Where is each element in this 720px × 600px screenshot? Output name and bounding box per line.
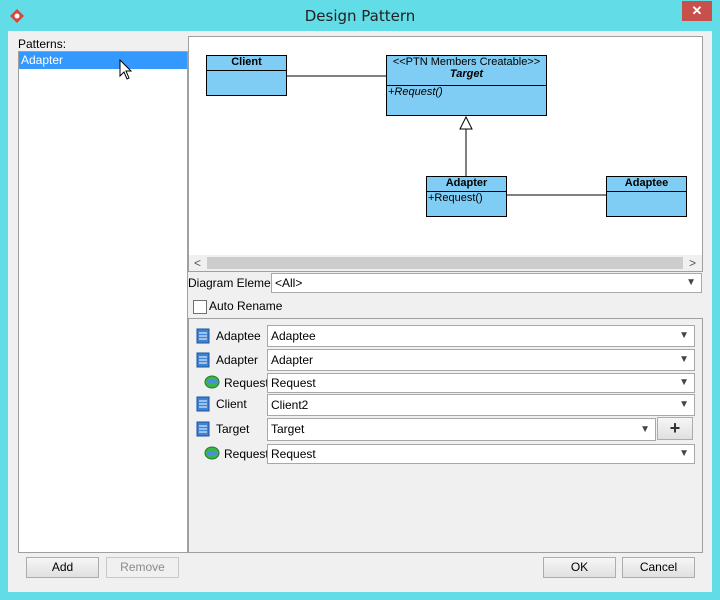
adapter-class-name: Adapter [427,177,506,192]
scroll-left-icon[interactable]: < [194,256,201,270]
diagram-element-select[interactable]: <All> ▼ [271,273,702,293]
target-class-header: <<PTN Members Creatable>> Target [387,56,546,86]
mapping-label: Request [224,447,269,461]
chevron-down-icon: ▼ [640,424,650,435]
uml-class-client[interactable]: Client [206,55,287,96]
mapping-select[interactable]: Adapter ▼ [267,349,695,371]
mapping-value: Request [271,447,316,461]
mapping-select[interactable]: Request ▼ [267,444,695,464]
diagram-element-value: <All> [275,276,303,290]
mapping-label: Target [216,422,250,436]
mapping-select[interactable]: Adaptee ▼ [267,325,695,347]
mapping-label: Client [216,397,247,411]
mapping-select[interactable]: Target ▼ [267,418,656,441]
class-icon [196,352,210,368]
mapping-value: Adapter [271,353,314,367]
mapping-value: Client2 [271,398,309,412]
diagram-horizontal-scrollbar[interactable]: < > [189,255,702,271]
adapter-operation: +Request() [428,192,483,204]
add-button[interactable]: Add [26,557,99,578]
mapping-label: Adaptee [216,329,261,343]
mouse-cursor-icon [119,59,133,80]
auto-rename-label: Auto Rename [209,299,283,313]
window-title: Design Pattern [304,7,416,25]
chevron-down-icon: ▼ [679,354,689,365]
uml-class-adapter[interactable]: Adapter +Request() [426,176,507,217]
chevron-down-icon: ▼ [679,399,689,410]
plus-icon: + [669,418,681,438]
ok-button[interactable]: OK [543,557,616,578]
chevron-down-icon: ▼ [679,330,689,341]
mapping-select[interactable]: Request ▼ [267,373,695,393]
target-operation: +Request() [388,86,443,98]
patterns-list[interactable]: Adapter [18,51,188,553]
chevron-down-icon: ▼ [679,377,689,388]
mapping-value: Target [271,422,305,436]
scroll-right-icon[interactable]: > [689,256,696,270]
mapping-select[interactable]: Client2 ▼ [267,394,695,416]
adaptee-class-name: Adaptee [607,177,686,192]
add-mapping-button[interactable]: + [657,417,693,440]
class-icon [196,396,210,412]
close-button[interactable]: ✕ [682,1,712,21]
diagram-element-label: Diagram Element [188,276,281,290]
close-icon: ✕ [691,3,703,18]
cancel-button[interactable]: Cancel [622,557,695,578]
class-icon [196,421,210,437]
pattern-item-adapter[interactable]: Adapter [19,52,187,69]
patterns-label: Patterns: [18,37,67,51]
operation-icon [204,446,220,460]
uml-class-adaptee[interactable]: Adaptee [606,176,687,217]
pattern-diagram[interactable]: Client <<PTN Members Creatable>> Target … [188,36,703,272]
client-class-name: Client [207,56,286,71]
operation-icon [204,375,220,389]
design-pattern-window: Design Pattern ✕ Patterns: Adapter Clien… [0,0,720,600]
mapping-label: Request [224,376,269,390]
target-class-name: Target [449,68,484,80]
mapping-value: Request [271,376,316,390]
remove-button[interactable]: Remove [106,557,179,578]
class-icon [196,328,210,344]
scrollbar-thumb[interactable] [207,257,683,269]
mapping-value: Adaptee [271,329,316,343]
target-stereotype: <<PTN Members Creatable>> [392,56,541,68]
title-bar[interactable]: Design Pattern ✕ [0,0,720,31]
mapping-label: Adapter [216,353,259,367]
auto-rename-checkbox[interactable] [193,300,207,314]
chevron-down-icon: ▼ [686,277,696,288]
dialog-body: Patterns: Adapter Client <<PTN Members C… [8,31,712,592]
uml-class-target[interactable]: <<PTN Members Creatable>> Target +Reques… [386,55,547,116]
chevron-down-icon: ▼ [679,448,689,459]
participant-mapping-panel: Adaptee Adaptee ▼ Adapter Adapter ▼ Reques… [188,318,703,553]
